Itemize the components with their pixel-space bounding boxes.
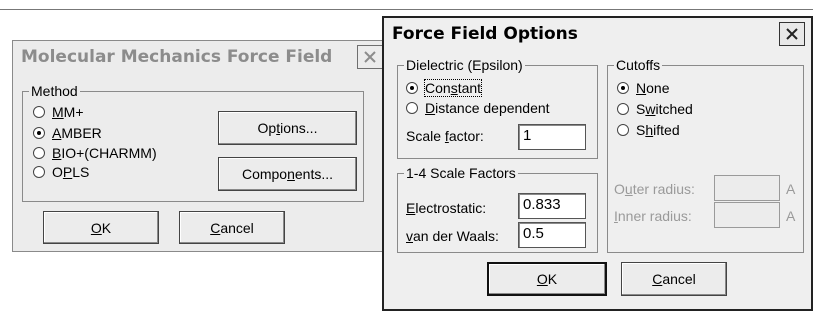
force-field-options-dialog: Force Field Options Dielectric (Epsilon)… bbox=[382, 16, 813, 311]
mm-ok-button[interactable]: OK bbox=[43, 211, 159, 244]
none-label: None bbox=[636, 80, 670, 96]
options-button[interactable]: Options... bbox=[218, 111, 357, 145]
cutoff-none-option[interactable]: None bbox=[617, 80, 669, 96]
ffo-cancel-button[interactable]: Cancel bbox=[621, 262, 727, 296]
outer-radius-input[interactable] bbox=[714, 175, 780, 201]
cutoff-shifted-option[interactable]: Shifted bbox=[617, 122, 680, 138]
radio-selected[interactable] bbox=[617, 82, 629, 94]
ffo-cancel-label: Cancel bbox=[652, 271, 696, 287]
close-icon bbox=[786, 28, 798, 40]
vdw-input[interactable]: 0.5 bbox=[518, 222, 586, 248]
radio-selected[interactable] bbox=[406, 82, 418, 94]
radio-selected[interactable] bbox=[33, 127, 45, 139]
method-option-mmplus[interactable]: MM+ bbox=[33, 104, 84, 120]
mmplus-label: MM+ bbox=[52, 104, 84, 120]
scale-factors-group-legend: 1-4 Scale Factors bbox=[406, 165, 516, 181]
outer-radius-label: Outer radius: bbox=[614, 181, 695, 197]
ffo-ok-label: OK bbox=[536, 271, 558, 287]
opls-label: OPLS bbox=[52, 164, 90, 180]
vdw-label: van der Waals: bbox=[406, 228, 499, 244]
outer-radius-unit: A bbox=[786, 181, 796, 197]
scale-factor-label: Scale factor: bbox=[406, 128, 484, 144]
electrostatic-label: Electrostatic: bbox=[406, 200, 487, 216]
molecular-mechanics-dialog: Molecular Mechanics Force Field Method M… bbox=[12, 40, 388, 252]
method-option-opls[interactable]: OPLS bbox=[33, 164, 89, 180]
cutoffs-group-legend: Cutoffs bbox=[616, 57, 661, 73]
amber-label: AMBER bbox=[52, 125, 102, 141]
radio-unselected[interactable] bbox=[617, 124, 629, 136]
top-divider bbox=[0, 9, 813, 10]
mm-cancel-button[interactable]: Cancel bbox=[179, 211, 285, 244]
inner-radius-input[interactable] bbox=[714, 202, 780, 228]
radio-unselected[interactable] bbox=[33, 166, 45, 178]
method-option-amber[interactable]: AMBER bbox=[33, 125, 102, 141]
ffo-close-button[interactable] bbox=[779, 22, 805, 46]
cutoff-switched-option[interactable]: Switched bbox=[617, 101, 693, 117]
dielectric-group-legend: Dielectric (Epsilon) bbox=[406, 57, 523, 73]
radio-unselected[interactable] bbox=[33, 147, 45, 159]
mm-ok-label: OK bbox=[90, 219, 112, 236]
components-button[interactable]: Components... bbox=[218, 157, 357, 191]
inner-radius-label: Inner radius: bbox=[614, 208, 692, 224]
mm-titlebar: Molecular Mechanics Force Field bbox=[13, 41, 387, 75]
distance-dependent-label: Distance dependent bbox=[425, 100, 550, 116]
radio-unselected[interactable] bbox=[617, 103, 629, 115]
shifted-label: Shifted bbox=[636, 122, 680, 138]
radio-unselected[interactable] bbox=[33, 106, 45, 118]
ffo-ok-button[interactable]: OK bbox=[487, 262, 607, 296]
method-group-legend: Method bbox=[31, 83, 78, 99]
inner-radius-unit: A bbox=[786, 208, 796, 224]
method-option-bio-charmm[interactable]: BIO+(CHARMM) bbox=[33, 145, 157, 161]
mm-dialog-title: Molecular Mechanics Force Field bbox=[21, 47, 333, 67]
constant-label: Constant bbox=[423, 79, 483, 97]
switched-label: Switched bbox=[636, 101, 693, 117]
close-icon bbox=[364, 51, 376, 63]
components-button-label: Components... bbox=[241, 166, 334, 182]
scale-factor-input[interactable]: 1 bbox=[518, 124, 586, 150]
dielectric-constant-option[interactable]: Constant bbox=[406, 79, 483, 97]
mm-cancel-label: Cancel bbox=[210, 219, 254, 236]
electrostatic-input[interactable]: 0.833 bbox=[518, 193, 586, 219]
dielectric-distance-option[interactable]: Distance dependent bbox=[406, 100, 550, 116]
ffo-dialog-title: Force Field Options bbox=[392, 24, 578, 44]
bio-charmm-label: BIO+(CHARMM) bbox=[52, 145, 157, 161]
options-button-label: Options... bbox=[257, 120, 318, 136]
ffo-titlebar: Force Field Options bbox=[384, 18, 811, 52]
radio-unselected[interactable] bbox=[406, 102, 418, 114]
mm-close-button[interactable] bbox=[357, 45, 383, 69]
